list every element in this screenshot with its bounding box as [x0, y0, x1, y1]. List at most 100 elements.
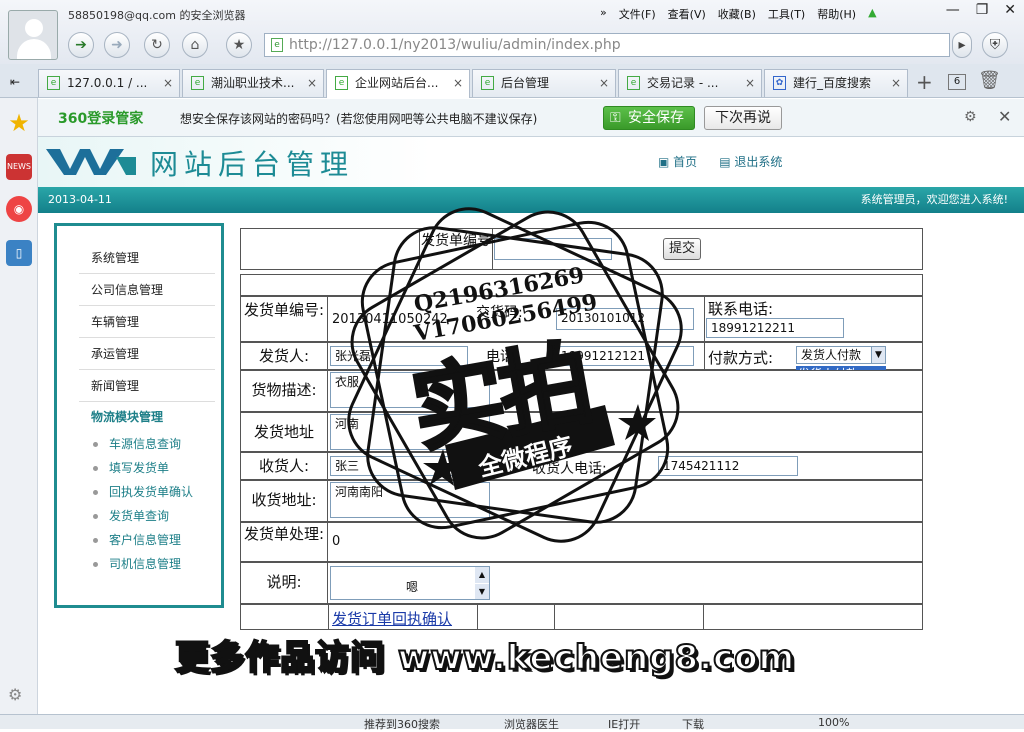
menu-arrow-icon[interactable]: »: [600, 6, 607, 22]
tab-4[interactable]: e 后台管理 ×: [472, 69, 616, 97]
nav-driver-mgmt[interactable]: 司机信息管理: [79, 552, 215, 576]
back-button[interactable]: ➔: [68, 32, 94, 58]
scroll-up-icon[interactable]: ▲: [475, 567, 489, 583]
tab-close-icon[interactable]: ×: [307, 70, 317, 96]
receiver-phone-label: 收货人电话:: [532, 461, 607, 477]
scroll-down-icon[interactable]: ▼: [475, 584, 489, 599]
shield-icon[interactable]: ⛨: [982, 32, 1008, 58]
nav-order-query[interactable]: 发货单查询: [79, 504, 215, 528]
news-icon[interactable]: NEWS: [6, 154, 32, 180]
phone-input[interactable]: 18991212211: [706, 318, 844, 338]
address-bar[interactable]: e http://127.0.0.1/ny2013/wuliu/admin/in…: [264, 33, 950, 57]
home-button[interactable]: ⌂: [182, 32, 208, 58]
tab-6[interactable]: ✿ 建行_百度搜索 ×: [764, 69, 908, 97]
nav-fill-order[interactable]: 填写发货单: [79, 456, 215, 480]
minimize-icon[interactable]: —: [946, 2, 960, 18]
weibo-icon[interactable]: ◉: [6, 196, 32, 222]
footer-watermark-text: 更多作品访问 www.kecheng8.com: [174, 637, 796, 679]
tab-label: 企业网站后台...: [355, 76, 439, 90]
secure-save-button[interactable]: ⚿ 安全保存: [603, 106, 695, 130]
address-text: http://127.0.0.1/ny2013/wuliu/admin/inde…: [289, 37, 621, 53]
tab-close-icon[interactable]: ×: [891, 70, 901, 96]
restore-icon[interactable]: ❐: [976, 2, 989, 18]
settings-gear-icon[interactable]: ⚙: [8, 685, 22, 704]
note-value: 嗯: [405, 580, 418, 594]
tab-close-icon[interactable]: ×: [163, 70, 173, 96]
chevron-down-icon[interactable]: ▼: [871, 347, 885, 363]
close-window-icon[interactable]: ✕: [1004, 2, 1016, 18]
code-input[interactable]: 20130101012: [556, 308, 694, 330]
nav-company[interactable]: 公司信息管理: [79, 274, 215, 306]
tab-close-icon[interactable]: ×: [453, 70, 463, 96]
key-icon: ⚿: [610, 110, 621, 126]
home-icon: ▣: [658, 155, 670, 169]
trash-icon[interactable]: 🗑: [978, 70, 1001, 91]
tab-3[interactable]: e 企业网站后台... ×: [326, 69, 470, 98]
note-textarea[interactable]: 嗯 ▲ ▼: [330, 566, 490, 600]
user-avatar[interactable]: [8, 10, 58, 60]
submit-button[interactable]: 提交: [663, 238, 701, 260]
search-label: 发货单编号: [419, 228, 493, 270]
go-button[interactable]: ▸: [952, 32, 972, 58]
tab-close-icon[interactable]: ×: [745, 70, 755, 96]
process-value: 0: [332, 534, 341, 549]
to-textarea[interactable]: 河南南阳: [330, 482, 490, 518]
receiver-phone-input[interactable]: 1745421112: [658, 456, 798, 476]
logout-link[interactable]: ▤ 退出系统: [719, 153, 782, 170]
menu-help[interactable]: 帮助(H): [817, 6, 856, 22]
nav-carrier[interactable]: 承运管理: [79, 338, 215, 370]
refresh-button[interactable]: ↻: [144, 32, 170, 58]
notif-settings-icon[interactable]: ⚙: [964, 109, 977, 125]
tab-1[interactable]: e 127.0.0.1 / ... ×: [38, 69, 180, 97]
menu-tools[interactable]: 工具(T): [768, 6, 805, 22]
payment-select[interactable]: 发货人付款 ▼: [796, 346, 886, 364]
menu-favorites[interactable]: 收藏(B): [718, 6, 756, 22]
notif-message: 想安全保存该网站的密码吗？(若您使用网吧等公共电脑不建议保存): [180, 112, 538, 126]
nav-receipt-confirm[interactable]: 回执发货单确认: [79, 480, 215, 504]
order-search-input[interactable]: [494, 238, 612, 260]
receiver-input[interactable]: 张三: [330, 456, 468, 476]
new-tab-icon[interactable]: +: [916, 70, 933, 94]
goods-textarea[interactable]: 衣服: [330, 372, 490, 408]
tab-label: 潮汕职业技术...: [211, 76, 295, 90]
tab-close-icon[interactable]: ×: [599, 70, 609, 96]
page-icon: e: [271, 38, 283, 52]
favorite-star-button[interactable]: ★: [226, 32, 252, 58]
forward-button[interactable]: ➜: [104, 32, 130, 58]
tab-2[interactable]: e 潮汕职业技术... ×: [182, 69, 324, 97]
current-date: 2013-04-11: [48, 193, 112, 206]
status-doctor[interactable]: 浏览器医生: [504, 716, 559, 732]
home-link[interactable]: ▣ 首页: [658, 153, 697, 170]
tab-5[interactable]: e 交易记录 - ... ×: [618, 69, 762, 97]
nav-vehicles[interactable]: 车辆管理: [79, 306, 215, 338]
status-zoom[interactable]: 100%: [818, 716, 849, 729]
mobile-icon[interactable]: ▯: [6, 240, 32, 266]
tab-count-badge[interactable]: 6: [948, 74, 966, 90]
sidebar-toggle-icon[interactable]: ⇤: [2, 69, 34, 97]
status-ie[interactable]: IE打开: [608, 716, 640, 732]
nav-vehicle-query[interactable]: 车源信息查询: [79, 432, 215, 456]
from-textarea[interactable]: 河南: [330, 414, 490, 450]
menu-file[interactable]: 文件(F): [619, 6, 656, 22]
nav-system[interactable]: 系统管理: [79, 242, 215, 274]
notif-close-icon[interactable]: ✕: [998, 107, 1011, 126]
site-header: 网站后台管理 ▣ 首页 ▤ 退出系统: [38, 137, 1024, 187]
notif-brand: 360登录管家: [58, 111, 144, 127]
status-download[interactable]: 下载: [682, 716, 704, 732]
nav-logistics-title[interactable]: 物流模块管理: [79, 402, 215, 432]
top-links: ▣ 首页 ▤ 退出系统: [658, 153, 782, 170]
sender-phone-label: 电话:: [486, 349, 519, 365]
menu-view[interactable]: 查看(V): [668, 6, 706, 22]
status-recommend[interactable]: 推荐到360搜索: [364, 716, 440, 732]
receipt-confirm-link[interactable]: 发货订单回执确认: [332, 608, 452, 629]
nav-news[interactable]: 新闻管理: [79, 370, 215, 402]
nav-customer-mgmt[interactable]: 客户信息管理: [79, 528, 215, 552]
payment-selected: 发货人付款: [801, 348, 862, 362]
payment-label: 付款方式:: [708, 349, 774, 367]
sender-input[interactable]: 张光磊: [330, 346, 468, 366]
later-button[interactable]: 下次再说: [704, 106, 782, 130]
favorites-star-icon[interactable]: ★: [6, 110, 32, 136]
process-label: 发货单处理:: [240, 522, 328, 562]
shirt-icon[interactable]: ▲: [868, 6, 876, 22]
sender-phone-input[interactable]: 18991212121: [556, 346, 694, 366]
